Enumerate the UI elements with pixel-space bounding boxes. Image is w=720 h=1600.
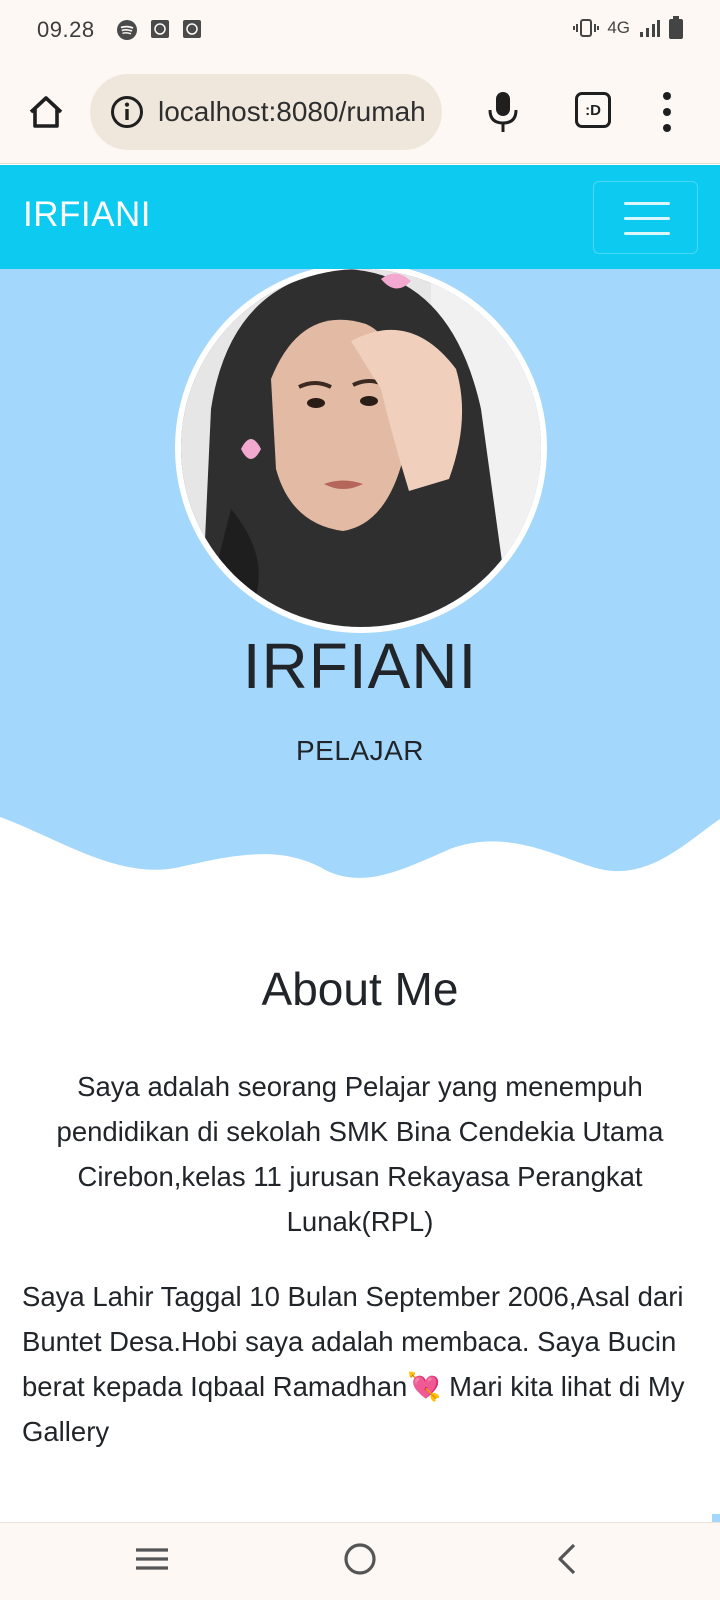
app-notification-icon <box>151 20 169 38</box>
menu-dot-icon <box>663 92 671 100</box>
home-icon[interactable] <box>26 92 66 132</box>
about-heading: About Me <box>261 963 459 1015</box>
menu-dot-icon <box>663 124 671 132</box>
profile-name: IRFIANI <box>242 630 478 702</box>
battery-icon <box>669 16 683 39</box>
vibrate-icon <box>573 19 600 37</box>
home-button-icon[interactable] <box>342 1541 378 1577</box>
browser-toolbar: localhost:8080/rumah :D <box>0 62 720 164</box>
section-edge <box>712 1514 720 1522</box>
profile-occupation: PELAJAR <box>296 735 424 766</box>
site-navbar: IRFIANI <box>0 165 720 269</box>
system-navigation-bar <box>0 1522 720 1600</box>
status-time: 09.28 <box>37 17 95 42</box>
status-indicators: 4G <box>573 16 684 40</box>
app-notification-icon-2 <box>183 20 201 38</box>
about-paragraph-1: Saya adalah seorang Pelajar yang menempu… <box>56 1071 664 1237</box>
profile-photo <box>175 269 547 633</box>
tab-switcher-button[interactable]: :D <box>575 92 611 128</box>
wave-divider <box>0 817 720 909</box>
url-text[interactable]: localhost:8080/rumah <box>158 96 430 128</box>
status-bar: 09.28 4G <box>0 0 720 62</box>
address-bar[interactable]: localhost:8080/rumah <box>90 74 442 150</box>
hamburger-line <box>624 202 670 205</box>
microphone-icon[interactable] <box>486 90 520 134</box>
back-icon[interactable] <box>550 1541 586 1577</box>
navbar-brand[interactable]: IRFIANI <box>23 195 151 235</box>
hero-section: IRFIANI PELAJAR <box>0 269 720 909</box>
recent-apps-icon[interactable] <box>134 1541 170 1577</box>
navbar-toggler-button[interactable] <box>593 181 698 254</box>
hamburger-line <box>624 217 670 220</box>
menu-dot-icon <box>663 108 671 116</box>
browser-menu-button[interactable] <box>660 92 674 132</box>
spotify-icon <box>117 20 137 40</box>
signal-icon <box>640 20 660 37</box>
hamburger-line <box>624 232 670 235</box>
about-paragraph-2: Saya Lahir Taggal 10 Bulan September 200… <box>22 1281 685 1447</box>
network-type: 4G <box>607 18 630 37</box>
site-info-icon[interactable] <box>110 95 144 129</box>
